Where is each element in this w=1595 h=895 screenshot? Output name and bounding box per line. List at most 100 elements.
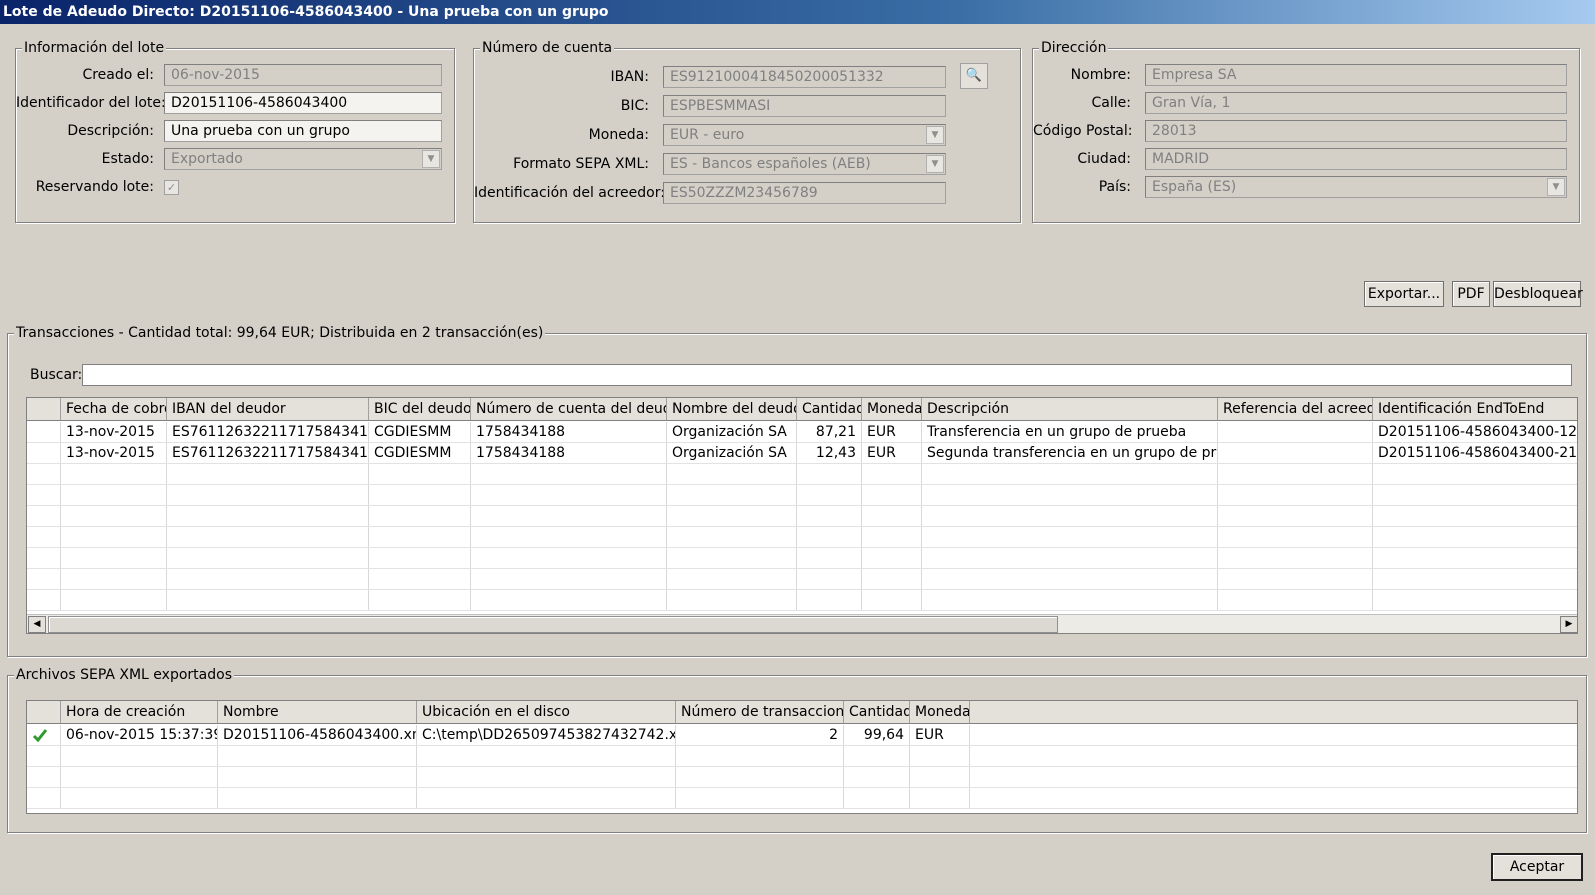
accept-button[interactable]: Aceptar — [1491, 853, 1583, 881]
column-header[interactable]: Número de transacciones — [676, 701, 844, 723]
empty-cell — [27, 788, 61, 808]
account-group: Número de cuenta IBAN: ES912100041845020… — [473, 40, 1021, 223]
table-cell: C:\temp\DD265097453827432742.xml — [417, 725, 676, 745]
column-header[interactable]: Número de cuenta del deudor — [471, 398, 667, 420]
empty-cell — [1373, 548, 1577, 568]
table-row[interactable]: 06-nov-2015 15:37:39 D20151106-4586043400… — [27, 725, 1577, 746]
table-cell: Organización SA — [667, 422, 797, 442]
table-cell: 2 — [676, 725, 844, 745]
empty-cell — [218, 746, 417, 766]
empty-cell — [27, 548, 61, 568]
batch-id-field[interactable]: D20151106-4586043400 — [164, 92, 442, 114]
batch-info-legend: Información del lote — [22, 40, 167, 56]
column-header[interactable]: BIC del deudor — [369, 398, 471, 420]
column-header[interactable]: Nombre del deudor — [667, 398, 797, 420]
column-header[interactable]: IBAN del deudor — [167, 398, 369, 420]
empty-cell — [922, 569, 1218, 589]
empty-cell — [862, 548, 922, 568]
empty-cell — [167, 569, 369, 589]
column-header[interactable] — [27, 701, 61, 723]
bic-label: BIC: — [620, 98, 649, 114]
empty-cell — [369, 506, 471, 526]
description-field[interactable]: Una prueba con un grupo — [164, 120, 442, 142]
exported-files-header: Hora de creación Nombre Ubicación en el di… — [27, 701, 1577, 724]
reserving-label: Reservando lote: — [35, 179, 154, 195]
chevron-down-icon: ▼ — [1547, 178, 1565, 196]
horizontal-scrollbar[interactable]: ◀ ▶ — [27, 614, 1577, 633]
window-title: Lote de Adeudo Directo: D20151106-458604… — [0, 0, 1595, 24]
unlock-button[interactable]: Desbloquear — [1493, 281, 1583, 307]
empty-cell — [61, 506, 167, 526]
empty-cell — [1373, 527, 1577, 547]
empty-cell — [61, 485, 167, 505]
scroll-right-icon[interactable]: ▶ — [1560, 616, 1577, 633]
search-input[interactable] — [82, 364, 1572, 386]
table-cell: Segunda transferencia en un grupo de pru… — [922, 443, 1218, 463]
check-icon — [27, 725, 61, 745]
name-label: Nombre: — [1070, 67, 1131, 83]
status-select: Exportado ▼ — [164, 148, 442, 170]
column-header[interactable]: Moneda — [910, 701, 970, 723]
empty-cell — [676, 746, 844, 766]
column-header[interactable]: Hora de creación — [61, 701, 218, 723]
empty-cell — [667, 590, 797, 610]
table-row[interactable]: 13-nov-2015 ES7611263221171758434188 CGDIE… — [27, 422, 1577, 443]
table-cell: 13-nov-2015 — [61, 443, 167, 463]
table-row[interactable]: 13-nov-2015 ES7611263221171758434188 CGDIE… — [27, 443, 1577, 464]
empty-cell — [676, 788, 844, 808]
chevron-down-icon: ▼ — [422, 150, 440, 168]
empty-cell — [471, 485, 667, 505]
empty-cell — [167, 485, 369, 505]
column-header[interactable]: Cantidad — [797, 398, 862, 420]
empty-cell — [1218, 590, 1373, 610]
empty-cell — [922, 485, 1218, 505]
table-cell: 1758434188 — [471, 443, 667, 463]
empty-cell — [844, 788, 910, 808]
empty-cell — [27, 590, 61, 610]
search-icon: 🔍 — [965, 68, 983, 83]
empty-cell — [218, 767, 417, 787]
pdf-button[interactable]: PDF — [1452, 281, 1490, 307]
empty-cell — [1218, 527, 1373, 547]
empty-cell — [61, 527, 167, 547]
column-header[interactable]: Descripción — [922, 398, 1218, 420]
empty-cell — [369, 464, 471, 484]
table-cell: 13-nov-2015 — [61, 422, 167, 442]
scroll-left-icon[interactable]: ◀ — [28, 616, 46, 633]
iban-label: IBAN: — [610, 69, 650, 85]
table-cell: 1758434188 — [471, 422, 667, 442]
table-row — [27, 767, 1577, 788]
empty-cell — [1218, 548, 1373, 568]
table-cell — [27, 443, 61, 463]
column-header[interactable]: Nombre — [218, 701, 417, 723]
exported-files-legend: Archivos SEPA XML exportados — [14, 667, 234, 683]
empty-cell — [1373, 485, 1577, 505]
column-header[interactable]: Ubicación en el disco — [417, 701, 676, 723]
account-legend: Número de cuenta — [480, 40, 615, 56]
column-header[interactable]: Referencia del acreedor — [1218, 398, 1373, 420]
scrollbar-thumb[interactable] — [48, 616, 1058, 633]
empty-cell — [797, 464, 862, 484]
empty-cell — [862, 569, 922, 589]
status-label: Estado: — [101, 151, 154, 167]
name-field: Empresa SA — [1145, 64, 1567, 86]
empty-cell — [910, 788, 970, 808]
reserving-checkbox: ✓ — [164, 180, 179, 195]
postal-code-field: 28013 — [1145, 120, 1567, 142]
column-header[interactable]: Moneda — [862, 398, 922, 420]
export-button[interactable]: Exportar... — [1364, 281, 1444, 307]
table-cell: EUR — [862, 422, 922, 442]
column-header[interactable]: Fecha de cobro — [61, 398, 167, 420]
empty-cell — [471, 590, 667, 610]
empty-cell — [910, 767, 970, 787]
table-cell — [1218, 422, 1373, 442]
column-header[interactable] — [27, 398, 61, 420]
column-header[interactable]: Cantidad — [844, 701, 910, 723]
empty-cell — [27, 485, 61, 505]
exported-files-table: Hora de creación Nombre Ubicación en el di… — [26, 700, 1578, 814]
table-cell: ES7611263221171758434188 — [167, 422, 369, 442]
empty-cell — [417, 746, 676, 766]
empty-cell — [27, 527, 61, 547]
column-header[interactable]: Identificación EndToEnd — [1373, 398, 1577, 420]
table-cell: Transferencia en un grupo de prueba — [922, 422, 1218, 442]
